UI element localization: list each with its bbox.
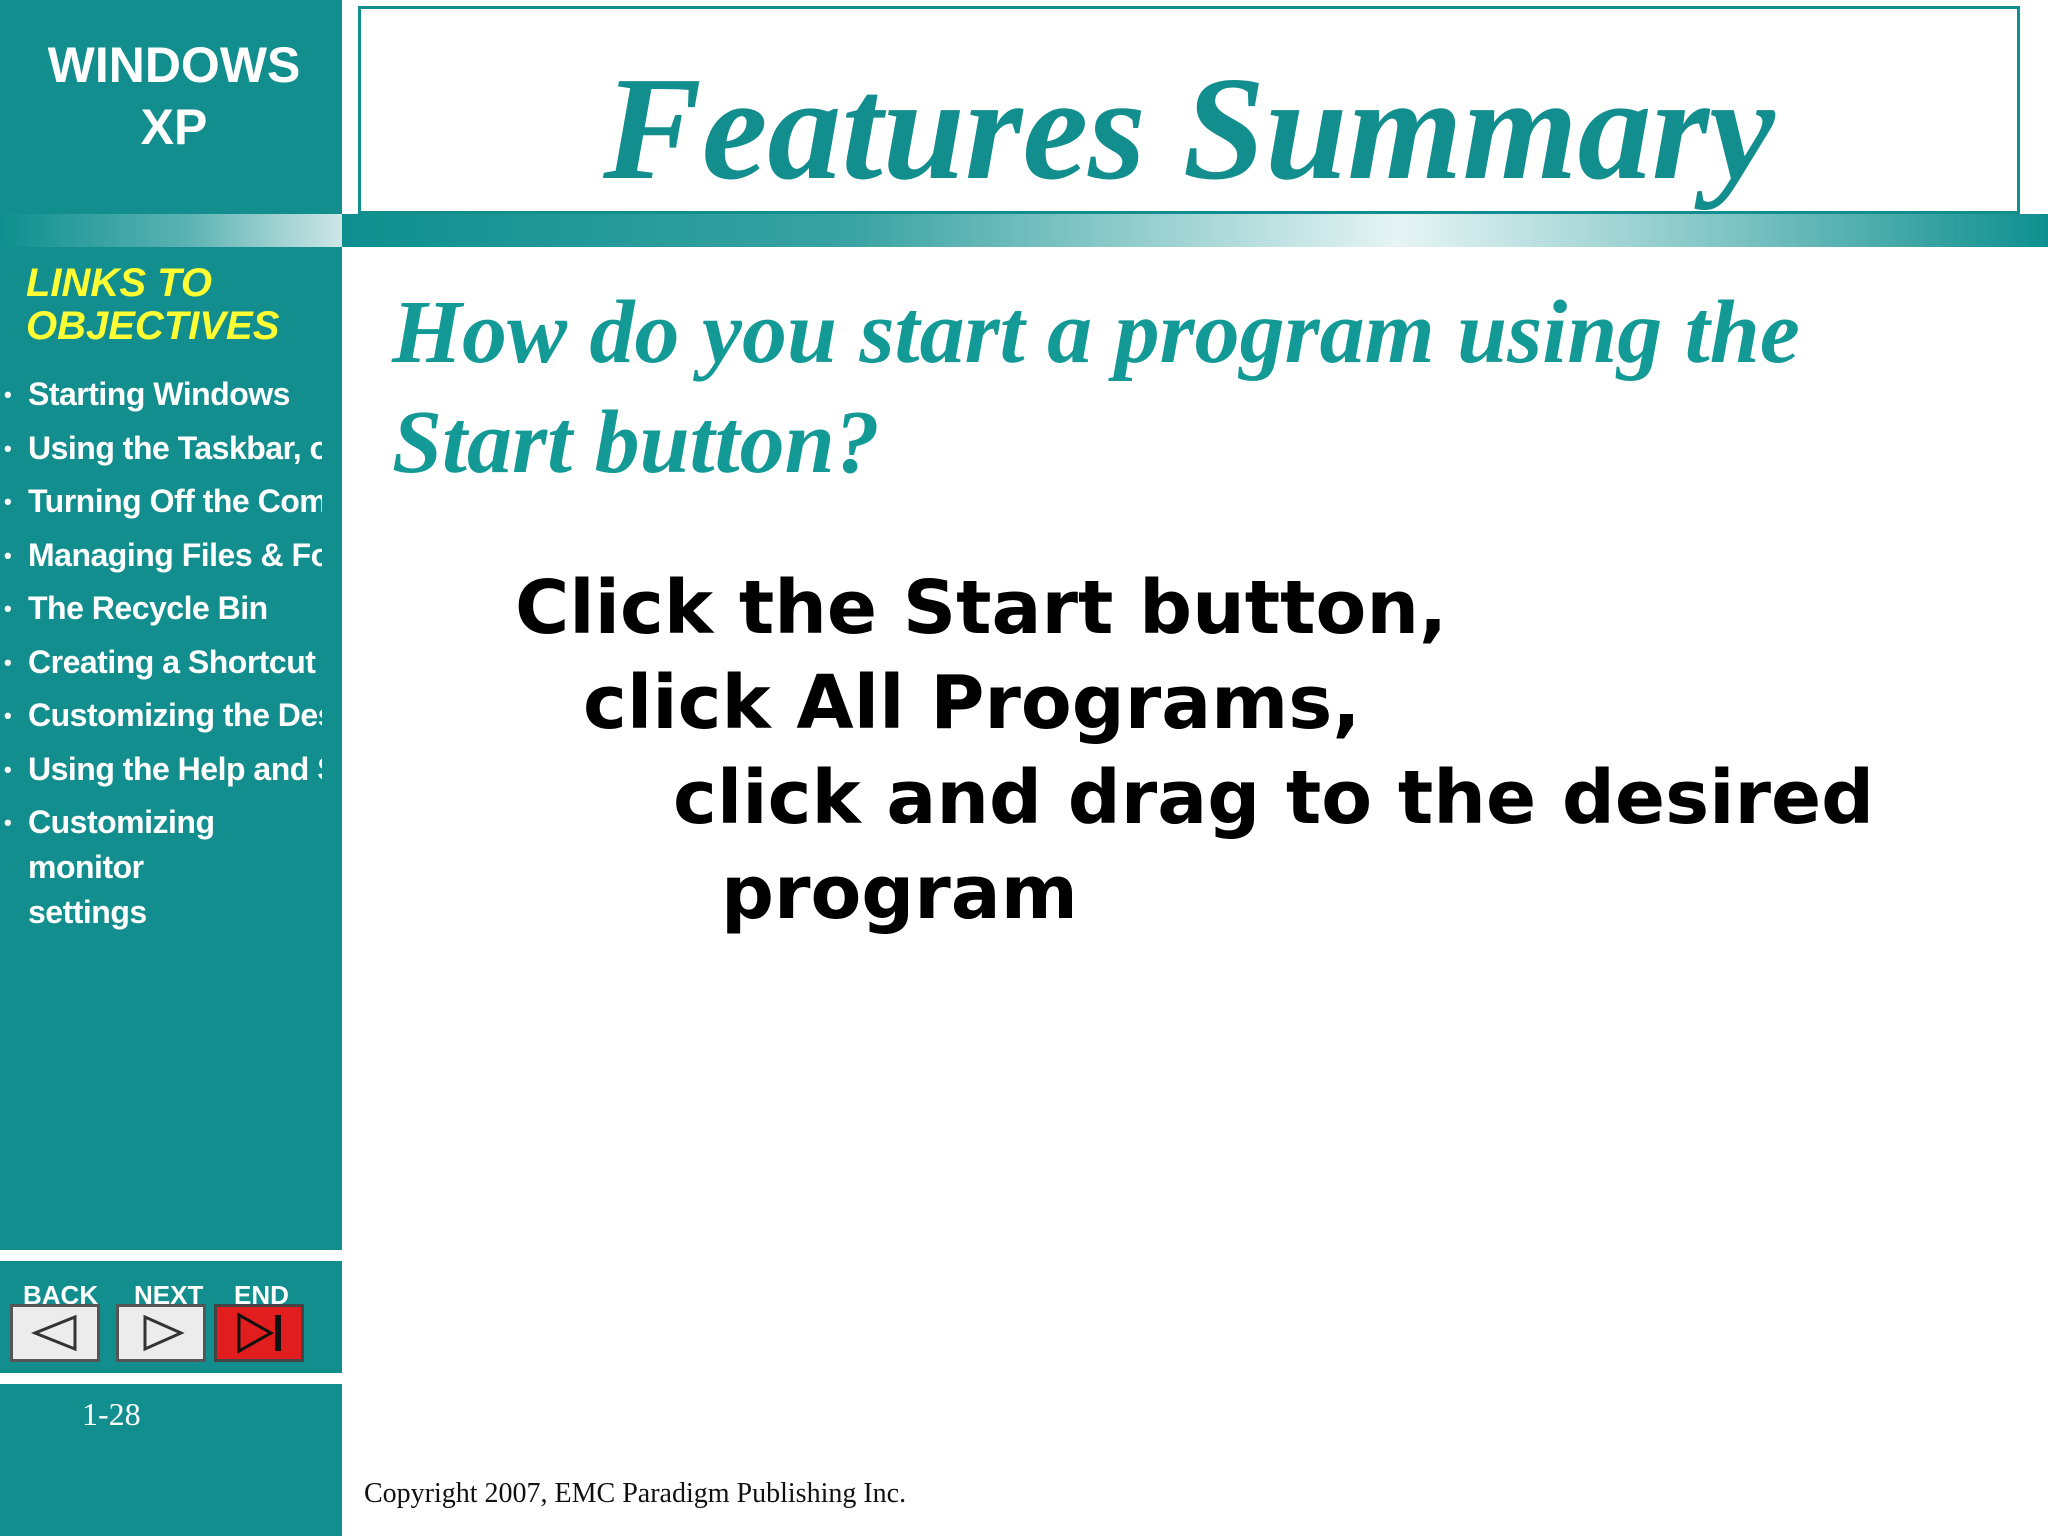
objective-label: Using the Help and S <box>28 750 322 787</box>
objective-link-managing-files[interactable]: • Managing Files & Fol <box>0 533 322 578</box>
objective-link-monitor-settings[interactable]: • Customizing monitor settings <box>0 800 322 935</box>
question-text: How do you start a program using the Sta… <box>392 283 1800 492</box>
objective-link-customizing-desktop[interactable]: • Customizing the Des <box>0 693 322 738</box>
answer-line-2: click All Programs, <box>583 660 1361 746</box>
objectives-list: • Starting Windows • Using the Taskbar, op… <box>0 372 322 944</box>
bullet-icon: • <box>4 382 12 407</box>
slide: WINDOWS XP LINKS TO OBJECTIVES • Starting… <box>0 0 2048 1536</box>
bullet-icon: • <box>4 596 12 621</box>
objective-label: Managing Files & Fol <box>28 536 322 573</box>
skip-to-end-icon <box>237 1312 281 1354</box>
answer-line-1: Click the Start button, <box>515 565 1448 651</box>
title-box: Features Summary <box>358 6 2020 214</box>
answer-line-4: program <box>721 850 1078 936</box>
objectives-heading: LINKS TO OBJECTIVES <box>26 262 336 348</box>
triangle-left-icon <box>30 1314 77 1352</box>
bullet-icon: • <box>4 703 12 728</box>
objectives-heading-line-1: LINKS TO <box>26 261 212 305</box>
bullet-icon: • <box>4 649 12 675</box>
sidebar-gradient-bar <box>0 214 342 247</box>
objective-link-recycle-bin[interactable]: • The Recycle Bin <box>0 586 322 631</box>
title-gradient-bar <box>342 214 2048 247</box>
objective-link-creating-shortcut[interactable]: • Creating a Shortcut <box>0 640 322 685</box>
brand-line-2: XP <box>140 99 208 155</box>
objective-label: Customizing the Des <box>28 697 322 733</box>
triangle-right-icon <box>143 1314 185 1352</box>
objectives-heading-line-2: OBJECTIVES <box>26 304 280 348</box>
bullet-icon: • <box>4 435 12 461</box>
next-button[interactable] <box>116 1304 206 1362</box>
copyright-notice: Copyright 2007, EMC Paradigm Publishing … <box>364 1478 907 1509</box>
page-title: Features Summary <box>603 47 1775 211</box>
page-number: 1-28 <box>82 1396 141 1432</box>
objective-label: Customizing monitor settings <box>28 804 215 930</box>
sidebar-footer-panel <box>0 1384 342 1536</box>
objective-label: Starting Windows <box>28 376 290 412</box>
back-button[interactable] <box>10 1304 100 1362</box>
objective-link-using-taskbar[interactable]: • Using the Taskbar, op <box>0 426 322 471</box>
objective-label: Creating a Shortcut <box>28 643 316 680</box>
end-button[interactable] <box>214 1304 304 1362</box>
bullet-icon: • <box>4 810 12 835</box>
objective-link-starting-windows[interactable]: • Starting Windows <box>0 372 322 417</box>
objective-label: Turning Off the Comp <box>28 483 322 519</box>
objective-link-turning-off[interactable]: • Turning Off the Comp <box>0 479 322 524</box>
objective-label: Using the Taskbar, op <box>28 429 322 466</box>
brand-title: WINDOWS XP <box>0 34 348 158</box>
bullet-icon: • <box>4 542 12 568</box>
objective-link-help-support[interactable]: • Using the Help and S <box>0 747 322 792</box>
answer-line-3: click and drag to the desired <box>673 755 1875 841</box>
bullet-icon: • <box>4 489 12 514</box>
brand-line-1: WINDOWS <box>47 37 301 93</box>
objective-label: The Recycle Bin <box>28 590 268 626</box>
bullet-icon: • <box>4 756 12 782</box>
